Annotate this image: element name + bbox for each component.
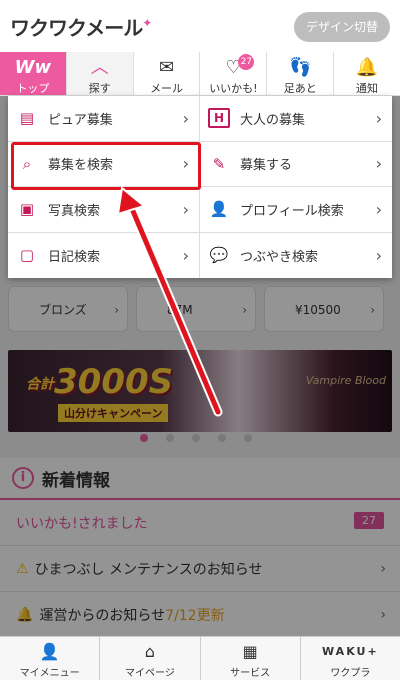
mail-icon: ✉	[159, 57, 175, 78]
chevron-right-icon: ›	[375, 154, 382, 174]
tab-footprints[interactable]: 👣 足あと	[267, 52, 335, 95]
menu-item-adult-recruit[interactable]: H 大人の募集 ›	[200, 96, 392, 142]
bottom-tab-service[interactable]: ▦ サービス	[201, 637, 301, 680]
menu-item-diary-search[interactable]: ▢ 日記検索 ›	[8, 232, 200, 278]
tab-mail[interactable]: ✉ メール	[134, 52, 201, 95]
compose-icon: ✎	[212, 154, 226, 173]
menu-item-photo-search[interactable]: ▣ 写真検索 ›	[8, 187, 200, 233]
menu-item-post-recruit[interactable]: ✎ 募集する ›	[200, 142, 392, 187]
home-icon: ⌂	[144, 642, 155, 661]
ww-logo-icon: Ww	[14, 57, 52, 78]
footprints-icon: 👣	[289, 57, 312, 78]
design-switch-button[interactable]: デザイン切替	[294, 12, 390, 42]
header: ワクワクメール✦ デザイン切替	[0, 0, 400, 52]
chevron-right-icon: ›	[182, 199, 189, 219]
person-icon: 👤	[39, 642, 60, 661]
tab-search[interactable]: ︿ 探す	[66, 52, 134, 95]
bell-icon: 🔔	[355, 57, 379, 78]
chevron-right-icon: ›	[375, 199, 382, 219]
chevron-right-icon: ›	[182, 154, 189, 174]
sparkle-icon: ✦	[142, 16, 152, 30]
menu-item-search-recruit[interactable]: ⌕ 募集を検索 ›	[8, 141, 200, 187]
chevron-right-icon: ›	[182, 108, 189, 128]
app-logo[interactable]: ワクワクメール✦	[10, 12, 152, 41]
bottom-tab-wakupla[interactable]: WAKU+ ワクプラ	[301, 637, 400, 680]
search-document-icon: ⌕	[22, 154, 32, 173]
menu-item-pure-recruit[interactable]: ▤ ピュア募集 ›	[8, 96, 200, 142]
bottom-tab-mypage[interactable]: ⌂ マイページ	[100, 637, 201, 680]
waku-plus-logo: WAKU+	[322, 645, 379, 658]
menu-item-tweet-search[interactable]: 💬 つぶやき検索 ›	[200, 233, 392, 279]
bottom-nav: 👤 マイメニュー ⌂ マイページ ▦ サービス WAKU+ ワクプラ	[0, 636, 400, 680]
photo-search-icon: ▣	[19, 200, 35, 219]
h-icon: H	[208, 108, 230, 129]
profile-search-icon: 👤	[209, 200, 229, 219]
diary-search-icon: ▢	[19, 246, 35, 265]
heart-icon: ♡	[225, 57, 242, 78]
chevron-right-icon: ›	[182, 245, 189, 265]
grid-icon: ▦	[242, 642, 258, 661]
top-nav: Ww トップ ︿ 探す ✉ メール ♡ 27 いいかも! 👣 足あと 🔔 通知	[0, 52, 400, 96]
chevron-up-icon: ︿	[90, 57, 109, 78]
tab-likes[interactable]: ♡ 27 いいかも!	[200, 52, 268, 95]
menu-item-profile-search[interactable]: 👤 プロフィール検索 ›	[200, 187, 392, 233]
chevron-right-icon: ›	[375, 108, 382, 128]
chevron-right-icon: ›	[375, 245, 382, 265]
search-dropdown-menu: ▤ ピュア募集 › H 大人の募集 › ⌕ 募集を検索 › ✎ 募集する › ▣…	[8, 96, 392, 278]
document-icon: ▤	[19, 109, 35, 128]
tab-top[interactable]: Ww トップ	[0, 52, 67, 95]
tab-notifications[interactable]: 🔔 通知	[334, 52, 400, 95]
bottom-tab-mymenu[interactable]: 👤 マイメニュー	[0, 637, 101, 680]
chat-search-icon: 💬	[209, 246, 229, 265]
